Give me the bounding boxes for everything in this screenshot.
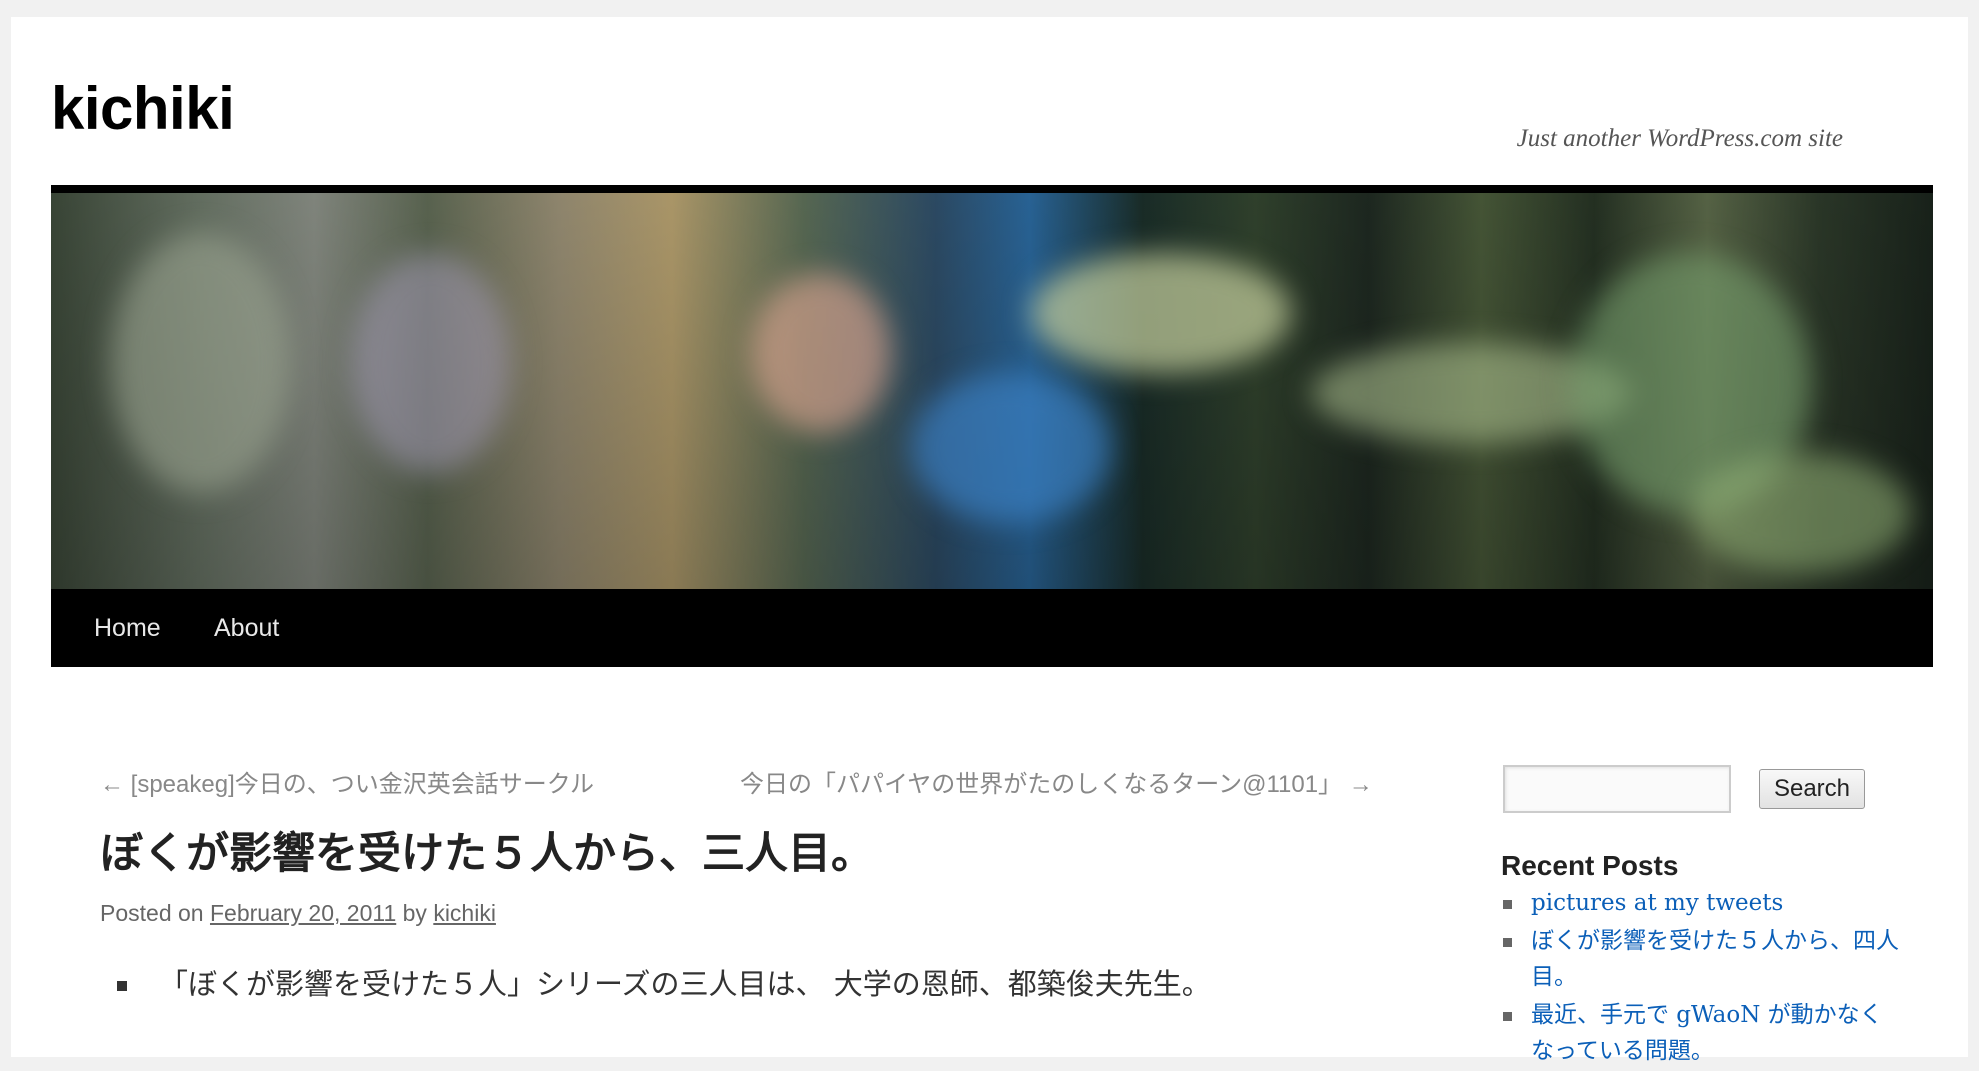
recent-posts-title: Recent Posts	[1501, 850, 1679, 881]
page: kichiki Just another WordPress.com site …	[11, 17, 1968, 1064]
list-item: ぼくが影響を受けた５人から、四人目。	[1501, 923, 1901, 995]
previous-post-link[interactable]: ← [speakeg]今日の、つい金沢英会話サークル	[100, 764, 594, 799]
recent-post-link[interactable]: pictures at my tweets	[1531, 890, 1783, 916]
post-content: 「ぼくが影響を受けた５人」シリーズの三人目は、 大学の恩師、都築俊夫先生。	[117, 961, 1211, 1003]
post-title[interactable]: ぼくが影響を受けた５人から、三人目。	[100, 829, 874, 881]
content-line: 「ぼくが影響を受けた５人」シリーズの三人目は、 大学の恩師、都築俊夫先生。	[159, 967, 1211, 1001]
next-post-link[interactable]: 今日の「パパイヤの世界がたのしくなるターン@1101」 →	[740, 764, 1373, 799]
post-date-link[interactable]: February 20, 2011	[210, 900, 396, 926]
list-item: pictures at my tweets	[1501, 885, 1901, 921]
post-author-link[interactable]: kichiki	[433, 900, 496, 926]
recent-post-link[interactable]: ぼくが影響を受けた５人から、四人目。	[1531, 928, 1899, 990]
site-title[interactable]: kichiki	[51, 79, 235, 139]
nav-item-home[interactable]: Home	[94, 614, 161, 643]
main-navigation: Home About	[51, 589, 1933, 667]
recent-posts-list: pictures at my tweets ぼくが影響を受けた５人から、四人目。…	[1501, 885, 1901, 1071]
list-item: 最近、手元で gWaoN が動かなくなっている問題。	[1501, 997, 1901, 1069]
site-description: Just another WordPress.com site	[1516, 125, 1843, 152]
meta-posted-on: Posted on	[100, 900, 204, 926]
meta-by: by	[402, 900, 427, 926]
post-meta: Posted on February 20, 2011 by kichiki	[100, 900, 496, 927]
bullet-icon	[117, 981, 127, 991]
nav-item-about[interactable]: About	[214, 614, 279, 643]
search-button[interactable]: Search	[1759, 769, 1865, 809]
header-fern-image	[51, 193, 1933, 589]
recent-post-link[interactable]: 最近、手元で gWaoN が動かなくなっている問題。	[1531, 1002, 1883, 1064]
search-input[interactable]	[1503, 765, 1731, 813]
header-divider	[51, 185, 1933, 193]
